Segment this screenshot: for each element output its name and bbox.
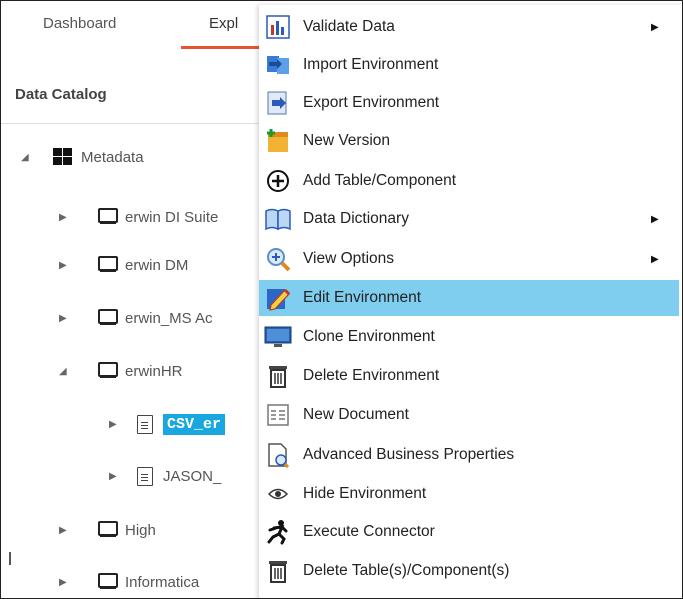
tree-node-csv[interactable]: ▶ CSV_er (109, 411, 226, 437)
submenu-arrow-icon: ▶ (651, 253, 659, 265)
tree-label: Metadata (81, 148, 144, 166)
tree-label: Informatica (125, 573, 200, 591)
tree-node-metadata[interactable]: ◢ Metadata (21, 144, 144, 170)
book-icon (263, 204, 293, 234)
menu-item-validate-data[interactable]: Validate Data ▶ (259, 9, 679, 45)
trash-icon (263, 556, 293, 586)
menu-item-label: View Options (303, 250, 395, 267)
bar-chart-icon (263, 12, 293, 42)
tree-label: erwin DI Suite (125, 208, 219, 226)
plus-circle-icon (263, 166, 293, 196)
properties-icon (263, 440, 293, 470)
menu-item-label: New Version (303, 132, 391, 149)
tree-label: erwin_MS Ac (125, 309, 213, 327)
menu-item-label: Advanced Business Properties (303, 446, 515, 463)
magnifier-icon (263, 244, 293, 274)
tree-node-high[interactable]: ▶ High (59, 517, 156, 543)
menu-item-label: Add Table/Component (303, 172, 457, 189)
tree-node-erwin-dm[interactable]: ▶ erwin DM (59, 252, 188, 278)
menu-item-new-document[interactable]: New Document (259, 397, 679, 433)
submenu-arrow-icon: ▶ (651, 213, 659, 225)
expand-icon[interactable]: ▶ (109, 419, 123, 430)
menu-item-import-environment[interactable]: Import Environment (259, 47, 679, 83)
expand-icon[interactable]: ▶ (109, 471, 123, 482)
menu-item-delete-environment[interactable]: Delete Environment (259, 358, 679, 394)
tree-node-erwin-di[interactable]: ▶ erwin DI Suite (59, 204, 218, 230)
menu-item-label: Data Dictionary (303, 210, 409, 227)
menu-item-advanced-business-properties[interactable]: Advanced Business Properties (259, 437, 679, 473)
menu-item-hide-environment[interactable]: Hide Environment (259, 476, 679, 512)
expand-icon[interactable]: ▶ (59, 212, 73, 223)
tree-node-jason[interactable]: ▶ JASON_ (109, 463, 221, 489)
pencil-icon (263, 283, 293, 313)
monitor-icon (97, 308, 119, 328)
menu-item-label: Delete Table(s)/Component(s) (303, 562, 510, 579)
menu-item-label: Validate Data (303, 18, 395, 35)
tree-label: High (125, 521, 156, 539)
tree-label: erwinHR (125, 362, 183, 380)
menu-item-label: Delete Environment (303, 367, 440, 384)
submenu-arrow-icon: ▶ (651, 21, 659, 33)
tree-label: JASON_ (163, 467, 222, 485)
cursor-mark (9, 552, 11, 565)
menu-item-label: Import Environment (303, 56, 439, 73)
monitor-icon (97, 520, 119, 540)
menu-item-label: Execute Connector (303, 523, 435, 540)
menu-item-new-version[interactable]: New Version (259, 123, 679, 159)
document-icon (137, 414, 153, 434)
tree-label-selected: CSV_er (163, 413, 226, 435)
monitor-icon (97, 255, 119, 275)
expand-icon[interactable]: ▶ (59, 260, 73, 271)
menu-item-data-dictionary[interactable]: Data Dictionary ▶ (259, 201, 679, 237)
data-catalog-title: Data Catalog (15, 86, 107, 103)
monitor-icon (263, 322, 293, 352)
trash-icon (263, 361, 293, 391)
tree-label: erwin DM (125, 256, 189, 274)
tab-dashboard[interactable]: Dashboard (43, 15, 116, 32)
menu-item-delete-tables[interactable]: Delete Table(s)/Component(s) (259, 553, 679, 589)
document-icon (263, 400, 293, 430)
menu-item-label: Export Environment (303, 94, 440, 111)
document-icon (137, 466, 153, 486)
menu-item-add-table[interactable]: Add Table/Component (259, 163, 679, 199)
menu-item-execute-connector[interactable]: Execute Connector (259, 514, 679, 550)
export-icon (263, 88, 293, 118)
tree-node-erwinhr[interactable]: ◢ erwinHR (59, 358, 183, 384)
runner-icon (263, 517, 293, 547)
menu-item-edit-environment[interactable]: Edit Environment (259, 280, 679, 316)
screen: Dashboard Expl Data Catalog ◢ Metadata ▶… (0, 0, 683, 599)
menu-item-export-environment[interactable]: Export Environment (259, 85, 679, 121)
import-icon (263, 50, 293, 80)
collapse-icon[interactable]: ◢ (59, 366, 73, 377)
menu-item-label: Clone Environment (303, 328, 435, 345)
grid-icon (53, 148, 73, 166)
active-tab-underline (181, 46, 261, 49)
expand-icon[interactable]: ▶ (59, 313, 73, 324)
expand-icon[interactable]: ▶ (59, 525, 73, 536)
tree-node-erwin-ms[interactable]: ▶ erwin_MS Ac (59, 305, 213, 331)
context-menu: Validate Data ▶ Import Environment Expor… (259, 5, 682, 598)
monitor-icon (97, 207, 119, 227)
monitor-icon (97, 572, 119, 592)
menu-item-label: Hide Environment (303, 485, 427, 502)
menu-item-label: Edit Environment (303, 289, 422, 306)
menu-item-label: New Document (303, 406, 409, 423)
new-version-icon (263, 126, 293, 156)
tree-node-informatica[interactable]: ▶ Informatica (59, 569, 199, 595)
eye-icon (263, 479, 293, 509)
menu-item-clone-environment[interactable]: Clone Environment (259, 319, 679, 355)
expand-icon[interactable]: ▶ (59, 577, 73, 588)
divider (1, 123, 261, 124)
tab-explorer[interactable]: Expl (209, 15, 238, 32)
menu-item-view-options[interactable]: View Options ▶ (259, 241, 679, 277)
monitor-icon (97, 361, 119, 381)
collapse-icon[interactable]: ◢ (21, 152, 35, 163)
